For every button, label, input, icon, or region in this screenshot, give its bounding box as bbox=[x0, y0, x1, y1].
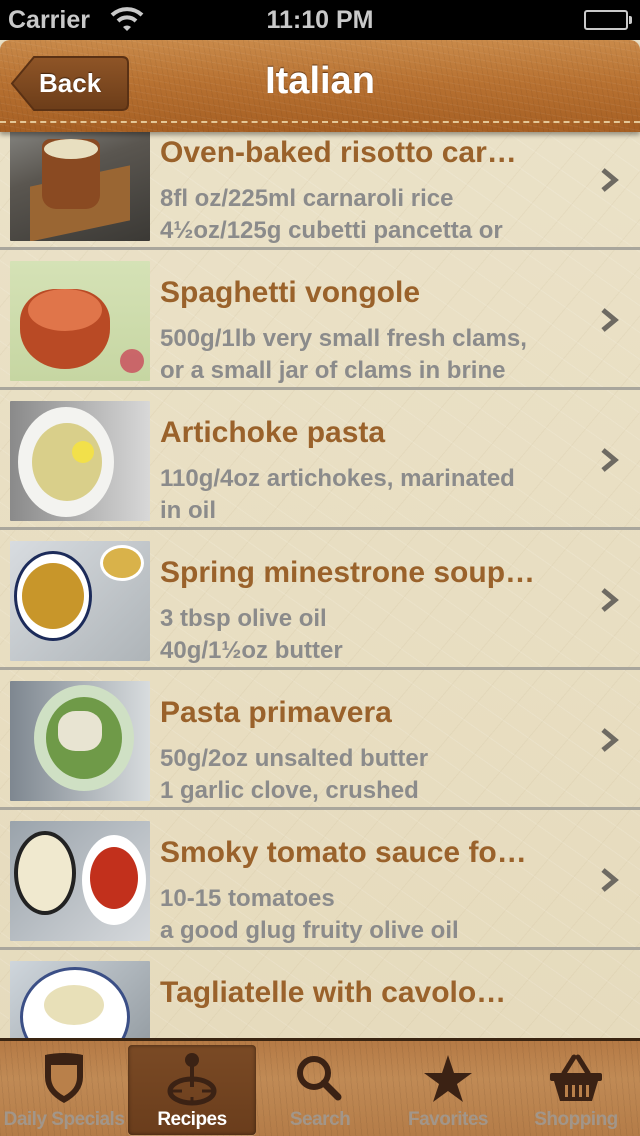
tab-label: Search bbox=[289, 1109, 351, 1130]
recipe-row[interactable]: Artichoke pasta 110g/4oz artichokes, mar… bbox=[0, 390, 640, 530]
chevron-right-icon bbox=[601, 308, 619, 332]
recipe-ingredient-1: 50g/2oz unsalted butter bbox=[160, 745, 429, 772]
tab-label: Daily Specials bbox=[3, 1109, 125, 1130]
recipe-ingredient-1: 8fl oz/225ml carnaroli rice bbox=[160, 185, 454, 212]
star-icon bbox=[384, 1051, 512, 1107]
stitching-divider bbox=[0, 121, 640, 123]
tab-shopping[interactable]: Shopping bbox=[512, 1045, 640, 1135]
tab-label: Favorites bbox=[408, 1109, 488, 1130]
search-icon bbox=[256, 1051, 384, 1107]
tab-daily-specials[interactable]: Daily Specials bbox=[0, 1045, 128, 1135]
chevron-right-icon bbox=[601, 868, 619, 892]
recipe-ingredient-2: 4½oz/125g cubetti pancetta or bbox=[160, 217, 503, 244]
shield-icon bbox=[0, 1051, 128, 1107]
recipe-title: Oven-baked risotto car… bbox=[160, 136, 517, 169]
recipe-thumbnail bbox=[10, 681, 150, 801]
recipe-ingredient-2: in oil bbox=[160, 497, 216, 524]
chevron-right-icon bbox=[601, 588, 619, 612]
recipe-thumbnail bbox=[10, 961, 150, 1040]
recipe-row[interactable]: Smoky tomato sauce fo… 10-15 tomatoes a … bbox=[0, 810, 640, 950]
recipe-title: Spring minestrone soup… bbox=[160, 556, 536, 589]
recipe-title: Artichoke pasta bbox=[160, 416, 386, 449]
recipe-thumbnail bbox=[10, 121, 150, 241]
recipe-row[interactable]: Tagliatelle with cavolo… bbox=[0, 950, 640, 1040]
recipe-ingredient-2: a good glug fruity olive oil bbox=[160, 917, 459, 944]
recipe-thumbnail bbox=[10, 821, 150, 941]
recipe-title: Spaghetti vongole bbox=[160, 276, 421, 309]
battery-icon bbox=[584, 10, 632, 30]
recipe-ingredient-1: 110g/4oz artichokes, marinated bbox=[160, 465, 515, 492]
tab-label: Shopping bbox=[534, 1109, 618, 1130]
chevron-right-icon bbox=[601, 728, 619, 752]
recipe-ingredient-2: 40g/1½oz butter bbox=[160, 637, 343, 664]
tab-search[interactable]: Search bbox=[256, 1045, 384, 1135]
joystick-icon bbox=[128, 1051, 256, 1107]
tab-label: Recipes bbox=[157, 1109, 227, 1130]
recipe-ingredient-1: 10-15 tomatoes bbox=[160, 885, 335, 912]
recipe-title: Smoky tomato sauce fo… bbox=[160, 836, 527, 869]
basket-icon bbox=[512, 1051, 640, 1107]
recipe-thumbnail bbox=[10, 401, 150, 521]
page-title: Italian bbox=[265, 60, 375, 102]
navigation-bar: Back Italian bbox=[0, 40, 640, 132]
recipe-row[interactable]: Spaghetti vongole 500g/1lb very small fr… bbox=[0, 250, 640, 390]
recipe-list-container[interactable]: (available from specialist Italian Oven-… bbox=[0, 40, 640, 1040]
status-bar: Carrier 11:10 PM bbox=[0, 0, 640, 40]
recipe-list: (available from specialist Italian Oven-… bbox=[0, 40, 640, 1040]
recipe-thumbnail bbox=[10, 261, 150, 381]
chevron-right-icon bbox=[601, 448, 619, 472]
tab-recipes[interactable]: Recipes bbox=[128, 1045, 256, 1135]
recipe-ingredient-1: 500g/1lb very small fresh clams, bbox=[160, 325, 527, 352]
recipe-ingredient-2: or a small jar of clams in brine bbox=[160, 357, 506, 384]
recipe-title: Tagliatelle with cavolo… bbox=[160, 976, 507, 1009]
clock: 11:10 PM bbox=[266, 6, 374, 34]
tab-favorites[interactable]: Favorites bbox=[384, 1045, 512, 1135]
chevron-right-icon bbox=[601, 168, 619, 192]
recipe-ingredient-2: 1 garlic clove, crushed bbox=[160, 777, 419, 804]
tab-bar: Daily Specials Recipes Search Favorites … bbox=[0, 1038, 640, 1136]
recipe-thumbnail bbox=[10, 541, 150, 661]
recipe-row[interactable]: Pasta primavera 50g/2oz unsalted butter … bbox=[0, 670, 640, 810]
recipe-row[interactable]: Spring minestrone soup… 3 tbsp olive oil… bbox=[0, 530, 640, 670]
recipe-title: Pasta primavera bbox=[160, 696, 392, 729]
recipe-ingredient-1: 3 tbsp olive oil bbox=[160, 605, 327, 632]
